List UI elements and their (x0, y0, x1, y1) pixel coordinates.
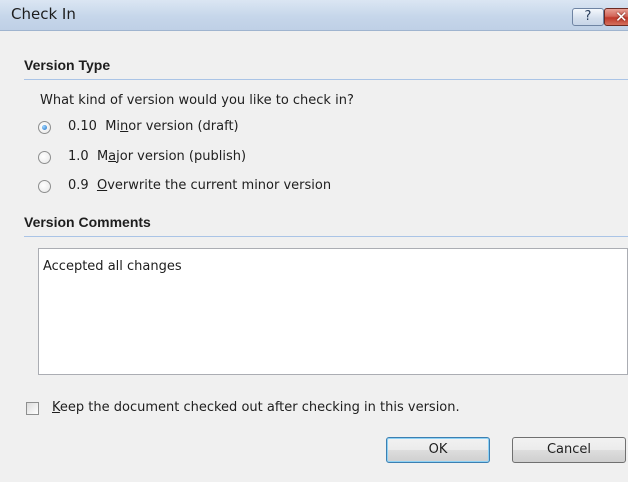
version-type-heading: Version Type (24, 57, 111, 73)
radio-button-overwrite[interactable] (38, 180, 51, 193)
close-icon: ✕ (615, 8, 628, 26)
version-comments-divider (24, 236, 628, 237)
radio-label-overwrite[interactable]: 0.9 Overwrite the current minor version (68, 178, 331, 193)
radio-label-minor[interactable]: 0.10 Minor version (draft) (68, 119, 239, 134)
keep-checked-out-label[interactable]: Keep the document checked out after chec… (52, 400, 460, 415)
radio-label-major[interactable]: 1.0 Major version (publish) (68, 149, 246, 164)
check-in-dialog: Check In ? ✕ Version Type What kind of v… (0, 0, 628, 482)
cancel-button[interactable]: Cancel (512, 437, 626, 463)
help-icon: ? (584, 9, 592, 24)
radio-button-minor[interactable] (38, 121, 51, 134)
radio-button-major[interactable] (38, 151, 51, 164)
version-question: What kind of version would you like to c… (40, 93, 354, 108)
ok-button[interactable]: OK (386, 437, 490, 463)
title-bar[interactable]: Check In ? ✕ (0, 0, 628, 31)
version-type-divider (24, 79, 628, 80)
keep-checked-out-checkbox[interactable] (26, 402, 39, 415)
close-button[interactable]: ✕ (604, 8, 628, 26)
help-button[interactable]: ? (572, 8, 604, 26)
version-comments-textarea[interactable]: Accepted all changes (38, 248, 628, 375)
version-comments-heading: Version Comments (24, 214, 151, 230)
dialog-title: Check In (11, 5, 76, 23)
